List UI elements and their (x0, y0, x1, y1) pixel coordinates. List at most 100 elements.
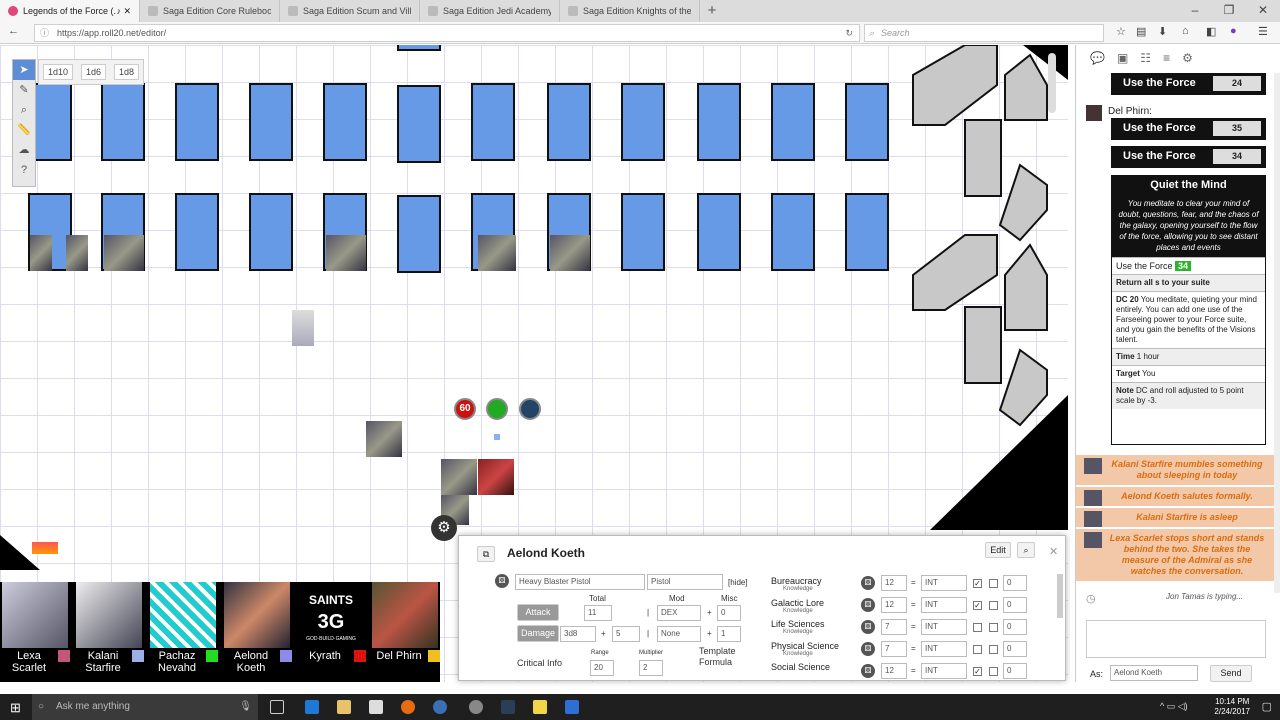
damage-misc-input[interactable]: 1 (717, 626, 741, 642)
app-icon[interactable] (469, 700, 483, 714)
player-card[interactable]: Aelond Koeth (222, 582, 292, 682)
skill-attr-select[interactable]: INT (921, 663, 967, 679)
skill-misc-input[interactable]: 0 (1003, 663, 1027, 679)
home-icon[interactable]: ⌂ (1182, 25, 1189, 37)
bookmark-star-icon[interactable]: ☆ (1116, 25, 1126, 38)
dice-1d10-button[interactable]: 1d10 (42, 64, 74, 80)
system-tray-icons[interactable]: ^ ▭ ◁) (1160, 701, 1188, 712)
skill-roll-icon[interactable]: ⚄ (861, 642, 875, 656)
weapon-name-input[interactable]: Heavy Blaster Pistol (515, 574, 645, 590)
skill-misc-input[interactable]: 0 (1003, 641, 1027, 657)
skill-focus-checkbox[interactable] (989, 623, 998, 632)
character-token[interactable] (441, 459, 477, 495)
weapon-type-input[interactable]: Pistol (647, 574, 723, 590)
token-bar-green[interactable] (486, 398, 508, 420)
skill-total-input[interactable]: 12 (881, 663, 907, 679)
skill-attr-select[interactable]: INT (921, 619, 967, 635)
attack-roll-button[interactable]: Attack (517, 604, 559, 621)
skill-attr-select[interactable]: INT (921, 597, 967, 613)
skill-roll-icon[interactable]: ⚄ (861, 598, 875, 612)
app-icon[interactable] (433, 700, 447, 714)
skill-total-input[interactable]: 12 (881, 597, 907, 613)
skill-total-input[interactable]: 7 (881, 619, 907, 635)
chat-scrollbar[interactable] (1274, 73, 1280, 593)
settings-tab-icon[interactable]: ⚙ (1182, 51, 1193, 65)
skill-total-input[interactable]: 7 (881, 641, 907, 657)
browser-tab-roll20[interactable]: Legends of the Force (... ♪ ✕ (0, 0, 140, 22)
windows-start-icon[interactable]: ⊞ (10, 700, 21, 716)
popout-icon[interactable]: ⧉ (477, 546, 495, 562)
help-tool-icon[interactable]: ? (13, 160, 35, 180)
steam-icon[interactable] (501, 700, 515, 714)
microphone-icon[interactable]: 🎙 (239, 694, 252, 720)
skill-focus-checkbox[interactable] (989, 645, 998, 654)
damage-plus-input[interactable]: 5 (612, 626, 640, 642)
skill-roll-icon[interactable]: ⚄ (861, 576, 875, 590)
app-icon[interactable] (565, 700, 579, 714)
reload-icon[interactable]: ↻ (845, 25, 853, 41)
damage-dice-input[interactable]: 3d8 (560, 626, 596, 642)
sticky-notes-icon[interactable] (533, 700, 547, 714)
extension-icon[interactable]: ● (1230, 25, 1237, 37)
hide-link[interactable]: [hide] (728, 578, 748, 587)
speak-as-select[interactable]: Aelond Koeth (1110, 665, 1198, 681)
sheet-scrollbar[interactable] (1057, 574, 1063, 618)
ruler-tool-icon[interactable]: 📏 (13, 120, 35, 140)
reading-list-icon[interactable]: ▤ (1136, 25, 1146, 38)
browser-tab-knights[interactable]: Saga Edition Knights of the Ol... (560, 0, 700, 22)
character-token[interactable] (292, 310, 314, 346)
character-token[interactable] (66, 235, 88, 271)
map-scrollbar[interactable] (1048, 53, 1056, 113)
skill-roll-icon[interactable]: ⚄ (861, 620, 875, 634)
skill-trained-checkbox[interactable]: ✓ (973, 601, 982, 610)
skill-trained-checkbox[interactable]: ✓ (973, 579, 982, 588)
journal-tab-icon[interactable]: ☷ (1140, 51, 1151, 65)
download-icon[interactable]: ⬇ (1158, 25, 1167, 38)
token-settings-gear-icon[interactable]: ⚙ (431, 515, 457, 541)
character-token[interactable] (366, 421, 402, 457)
back-arrow-icon[interactable]: ← (8, 25, 19, 37)
skill-focus-checkbox[interactable] (989, 601, 998, 610)
minimize-icon[interactable]: – (1178, 0, 1212, 22)
maximize-icon[interactable]: ❐ (1212, 0, 1246, 22)
character-token[interactable] (104, 235, 144, 271)
character-token[interactable] (30, 235, 52, 271)
chat-tab-icon[interactable]: 💬 (1090, 51, 1105, 65)
character-token[interactable] (550, 235, 590, 271)
menu-icon[interactable]: ☰ (1258, 25, 1268, 38)
skill-total-input[interactable]: 12 (881, 575, 907, 591)
select-tool-icon[interactable]: ➤ (13, 60, 35, 80)
multiplier-input[interactable]: 2 (639, 660, 663, 676)
pocket-icon[interactable]: ◧ (1206, 25, 1216, 38)
rotation-handle[interactable] (494, 434, 500, 440)
token-bar-red[interactable]: 60 (454, 398, 476, 420)
draw-tool-icon[interactable]: ✎ (13, 80, 35, 100)
dice-1d6-button[interactable]: 1d6 (80, 64, 107, 80)
task-view-icon[interactable] (270, 700, 284, 714)
file-explorer-icon[interactable] (337, 700, 351, 714)
player-card[interactable]: Del Phirn (370, 582, 440, 682)
player-card[interactable]: Pachaz Nevahd (148, 582, 218, 682)
tab-close-icon[interactable]: ✕ (123, 6, 131, 17)
selected-character-token[interactable] (478, 459, 514, 495)
range-input[interactable]: 20 (590, 660, 614, 676)
skill-misc-input[interactable]: 0 (1003, 619, 1027, 635)
skill-focus-checkbox[interactable] (989, 579, 998, 588)
roll-dice-icon[interactable]: ⚄ (495, 574, 509, 588)
damage-mod-select[interactable]: None (657, 626, 701, 642)
chat-input[interactable] (1086, 620, 1266, 658)
search-icon[interactable]: ⌕ (1017, 542, 1035, 558)
skill-focus-checkbox[interactable] (989, 667, 998, 676)
skill-attr-select[interactable]: INT (921, 641, 967, 657)
token-bar-blue[interactable] (519, 398, 541, 420)
taskbar-search[interactable]: ○ Ask me anything 🎙 (32, 694, 258, 720)
skill-attr-select[interactable]: INT (921, 575, 967, 591)
close-dialog-icon[interactable]: ✕ (1049, 545, 1058, 558)
skill-trained-checkbox[interactable] (973, 645, 982, 654)
player-card[interactable]: Kalani Starfire (74, 582, 144, 682)
skill-misc-input[interactable]: 0 (1003, 597, 1027, 613)
edit-button[interactable]: Edit (985, 542, 1011, 558)
dice-1d8-button[interactable]: 1d8 (113, 64, 140, 80)
fog-tool-icon[interactable]: ☁ (13, 140, 35, 160)
firefox-icon[interactable] (401, 700, 415, 714)
